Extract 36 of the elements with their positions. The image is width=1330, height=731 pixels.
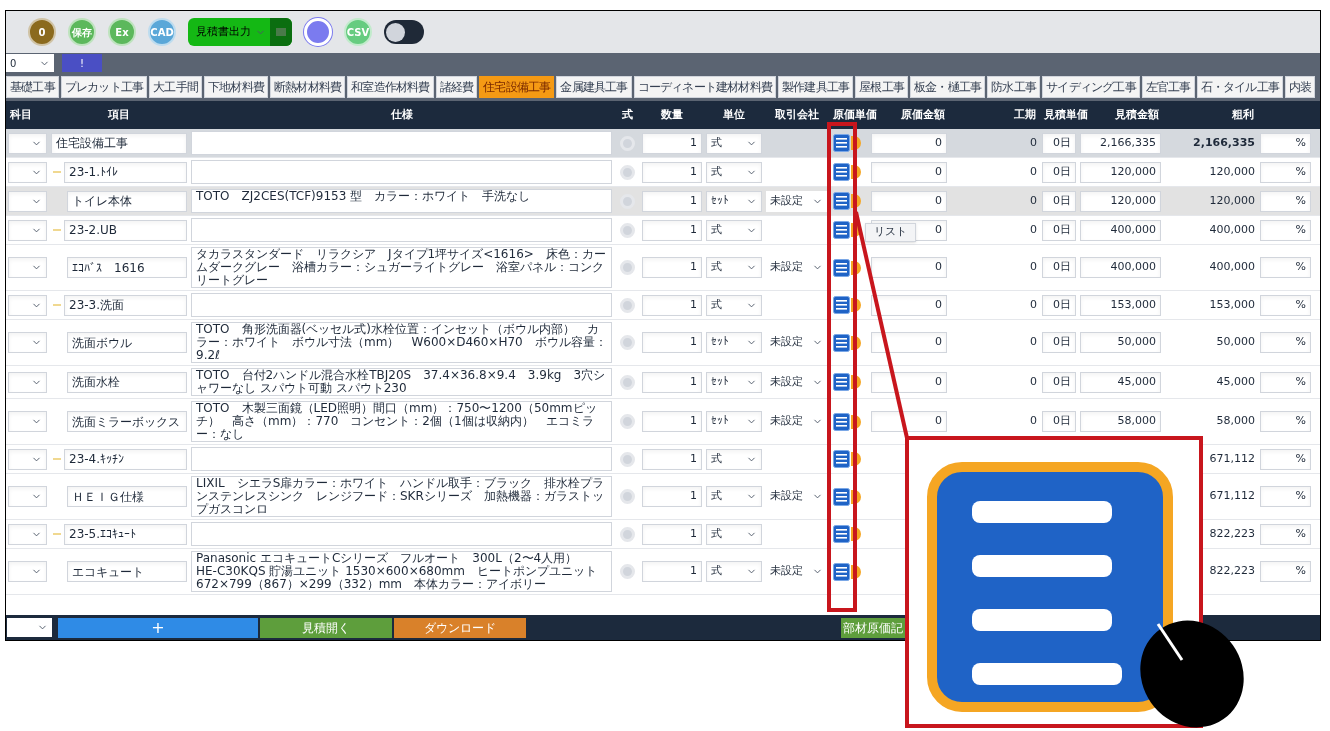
cost-total: 0 <box>1030 414 1037 428</box>
column-header: 粗利 <box>1232 107 1254 121</box>
estimate-total: 822,223 <box>1209 564 1255 578</box>
estimate-total: 153,000 <box>1209 297 1255 311</box>
estimate-total: 120,000 <box>1209 193 1255 207</box>
column-header: 工期 <box>1014 107 1036 121</box>
column-header: 科目 <box>10 107 32 121</box>
cost-total: 0 <box>1030 335 1037 349</box>
cost-total: 0 <box>1030 164 1037 178</box>
estimate-total: 400,000 <box>1209 222 1255 236</box>
estimate-total: 822,223 <box>1209 526 1255 540</box>
tooltip: リスト <box>865 223 916 242</box>
estimate-total: 58,000 <box>1216 414 1255 428</box>
estimate-total: 45,000 <box>1216 374 1255 388</box>
estimate-total: 2,166,335 <box>1193 135 1255 149</box>
cost-total: 0 <box>1030 222 1037 236</box>
cost-total: 0 <box>1030 193 1037 207</box>
estimate-total: 50,000 <box>1216 335 1255 349</box>
column-header: 取引会社 <box>774 107 819 121</box>
cost-total: 0 <box>1030 135 1037 149</box>
estimate-total: 120,000 <box>1209 164 1255 178</box>
cost-total: 0 <box>1030 374 1037 388</box>
column-header: 数量 <box>661 107 683 121</box>
column-header: 式 <box>621 107 633 121</box>
column-header: 見積金額 <box>1115 107 1159 121</box>
estimate-total: 671,112 <box>1209 451 1255 465</box>
column-header: 原価金額 <box>901 107 945 121</box>
estimate-total: 400,000 <box>1209 260 1255 274</box>
column-header: 原価単価 <box>833 107 877 121</box>
column-header: 見積単価 <box>1044 107 1088 121</box>
column-header: 単位 <box>723 107 745 121</box>
column-header: 項目 <box>108 107 130 121</box>
cost-total: 0 <box>1030 260 1037 274</box>
column-header: 仕様 <box>390 107 413 121</box>
cost-total: 0 <box>1030 297 1037 311</box>
estimate-total: 671,112 <box>1209 489 1255 503</box>
